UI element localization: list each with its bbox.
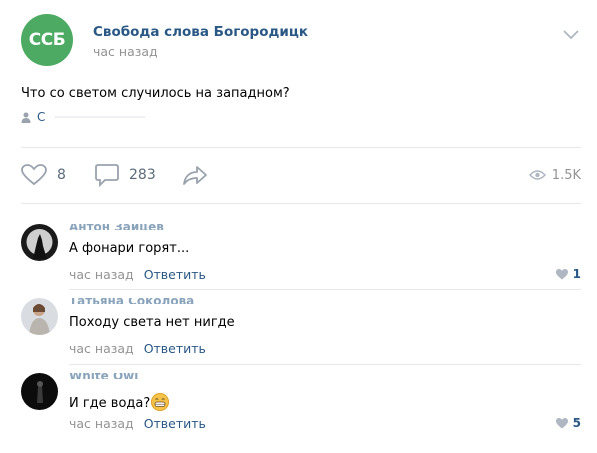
heart-icon <box>555 417 568 428</box>
comment-time[interactable]: час назад <box>69 267 134 282</box>
comment-item: Антон Зайцев А фонари горят... час назад… <box>21 224 581 284</box>
comment-author[interactable]: Антон Зайцев <box>69 224 164 230</box>
post-header: ССБ Свобода слова Богородицк час назад <box>21 14 587 72</box>
comment-item: Татьяна Соколова Походу света нет нигде … <box>21 298 581 358</box>
post-text: Что со светом случилось на западном? <box>21 86 290 101</box>
reply-button[interactable]: Ответить <box>144 341 206 356</box>
divider <box>69 364 581 365</box>
comment-text: Походу света нет нигде <box>69 315 235 330</box>
heart-icon <box>21 164 47 186</box>
comment-like-count: 1 <box>572 267 581 281</box>
comment-text-body: И где вода? <box>69 396 151 411</box>
views-counter: 1.5K <box>528 160 581 190</box>
comment-meta: час назад Ответить <box>69 341 206 356</box>
share-button[interactable] <box>182 160 208 190</box>
comment-author[interactable]: White Owl <box>69 373 138 379</box>
like-count: 8 <box>57 167 66 183</box>
comment-text: А фонари горят... <box>69 241 190 256</box>
comment-avatar[interactable] <box>21 298 58 335</box>
comment-like-button[interactable]: 1 <box>555 267 581 281</box>
signer-name: С <box>37 110 46 124</box>
eye-icon <box>528 170 546 180</box>
comment-icon <box>95 164 119 187</box>
comment-time[interactable]: час назад <box>69 341 134 356</box>
grinning-emoji-icon <box>151 393 170 411</box>
group-name-link[interactable]: Свобода слова Богородицк <box>93 24 308 40</box>
post-actions: 8 283 1.5K <box>21 160 581 190</box>
comment-count: 283 <box>129 167 156 183</box>
post-time[interactable]: час назад <box>93 44 158 59</box>
signer-name-redacted <box>55 116 146 118</box>
comment-item: White Owl И где вода? час назадОтветить … <box>21 373 581 435</box>
reply-button[interactable]: Ответить <box>144 416 206 431</box>
comment-time[interactable]: час назад <box>69 416 134 431</box>
divider <box>69 289 581 290</box>
reply-button[interactable]: Ответить <box>144 267 206 282</box>
comment-button[interactable]: 283 <box>95 160 156 190</box>
comment-like-count: 5 <box>572 416 581 430</box>
chevron-down-icon[interactable] <box>563 30 579 40</box>
views-count: 1.5K <box>551 167 581 183</box>
like-button[interactable]: 8 <box>21 160 66 190</box>
divider <box>21 147 581 148</box>
comment-meta: час назад Ответить <box>69 416 206 431</box>
comment-avatar[interactable] <box>21 224 58 261</box>
comment-avatar[interactable] <box>21 373 58 410</box>
post-signer[interactable]: С <box>21 110 146 124</box>
share-icon <box>183 166 207 185</box>
divider <box>21 203 581 204</box>
comment-author[interactable]: Татьяна Соколова <box>69 298 194 304</box>
heart-icon <box>555 268 568 279</box>
comment-meta: час назад Ответить <box>69 267 206 282</box>
comment-like-button[interactable]: 5 <box>555 416 581 430</box>
user-icon <box>21 112 31 123</box>
group-avatar[interactable]: ССБ <box>21 14 73 66</box>
comment-text: И где вода? <box>69 393 170 411</box>
